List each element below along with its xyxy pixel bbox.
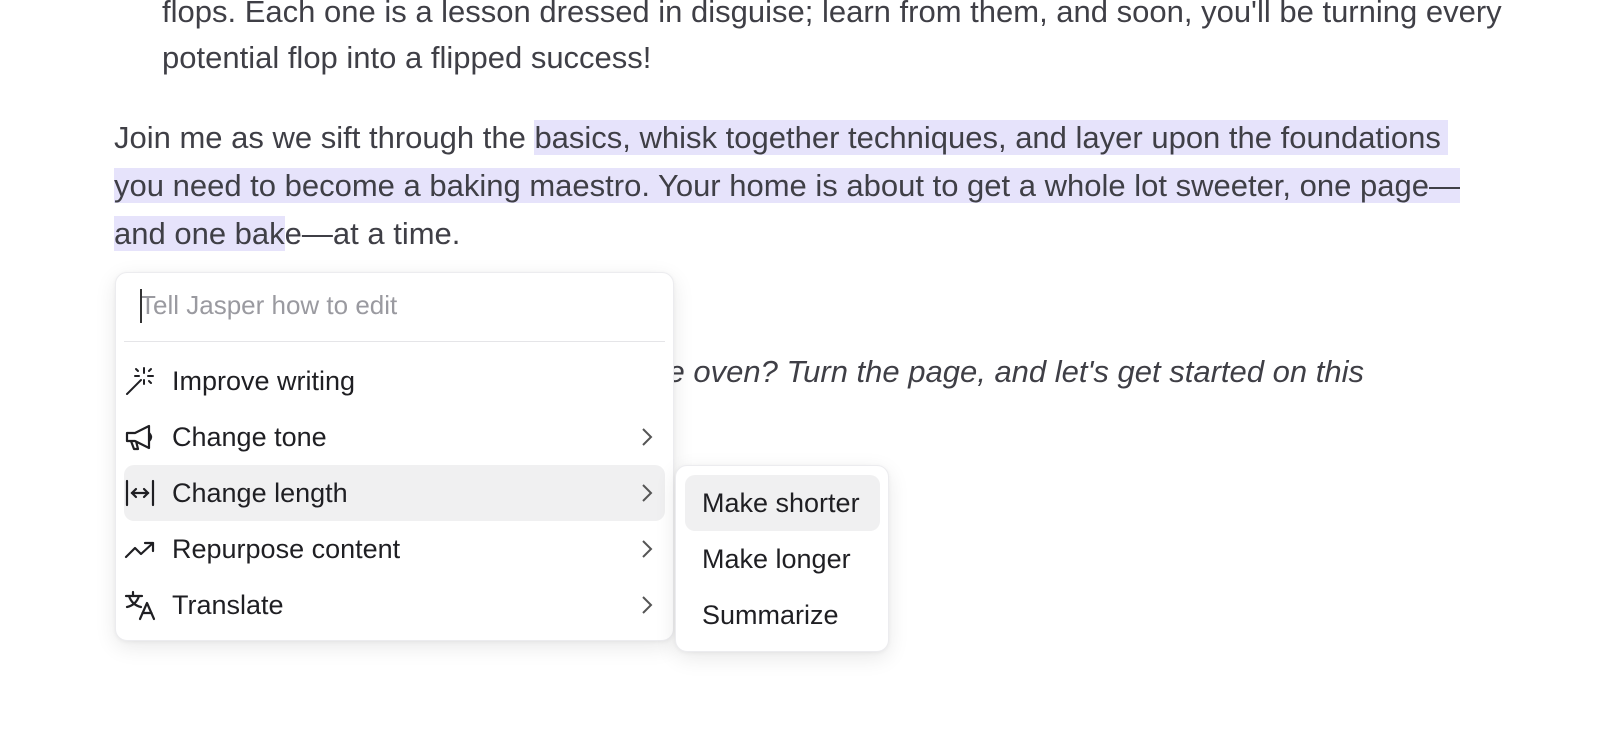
chevron-right-icon: [642, 596, 653, 614]
menu-item-label: Translate: [172, 589, 284, 620]
change-length-submenu: Make shorter Make longer Summarize: [675, 465, 889, 652]
menu-item-change-length[interactable]: Change length: [124, 465, 665, 521]
paragraph-line-2: you need to become a baking maestro. You…: [114, 162, 1460, 210]
unselected-text: Join me as we sift through the: [114, 120, 535, 155]
menu-item-label: Repurpose content: [172, 533, 401, 564]
document-line-1: flops. Each one is a lesson dressed in d…: [162, 0, 1502, 29]
italic-paragraph-line: eat the oven? Turn the page, and let's g…: [590, 354, 1364, 389]
jasper-edit-menu: Improve writing Change tone Change lengt…: [115, 272, 674, 641]
summarize-option[interactable]: Summarize: [685, 587, 880, 643]
menu-item-label: Change length: [172, 477, 348, 508]
translate-icon: [124, 589, 156, 621]
unselected-text: e—at a time.: [284, 216, 461, 251]
menu-divider: [124, 341, 665, 342]
document-line-2: potential flop into a flipped success!: [162, 40, 652, 75]
text-caret: [140, 289, 142, 323]
menu-item-change-tone[interactable]: Change tone: [124, 409, 665, 465]
menu-item-improve-writing[interactable]: Improve writing: [124, 353, 665, 409]
magic-wand-icon: [124, 365, 156, 397]
chevron-right-icon: [642, 540, 653, 558]
trending-up-icon: [124, 533, 156, 565]
chevron-right-icon: [642, 484, 653, 502]
megaphone-icon: [124, 421, 156, 453]
paragraph-line-1: Join me as we sift through the basics, w…: [114, 114, 1448, 162]
menu-item-label: Change tone: [172, 421, 327, 452]
make-shorter-option[interactable]: Make shorter: [685, 475, 880, 531]
menu-item-translate[interactable]: Translate: [124, 577, 665, 633]
menu-item-label: Improve writing: [172, 365, 356, 396]
expand-horizontal-icon: [124, 477, 156, 509]
edit-instruction-input[interactable]: [140, 283, 640, 327]
chevron-right-icon: [642, 428, 653, 446]
selected-text: basics, whisk together techniques, and l…: [534, 120, 1448, 155]
paragraph-line-3: and one bake—at a time.: [114, 210, 460, 258]
selected-text: you need to become a baking maestro. You…: [114, 168, 1460, 203]
make-longer-option[interactable]: Make longer: [685, 531, 880, 587]
menu-item-repurpose-content[interactable]: Repurpose content: [124, 521, 665, 577]
selected-text: and one bak: [114, 216, 285, 251]
